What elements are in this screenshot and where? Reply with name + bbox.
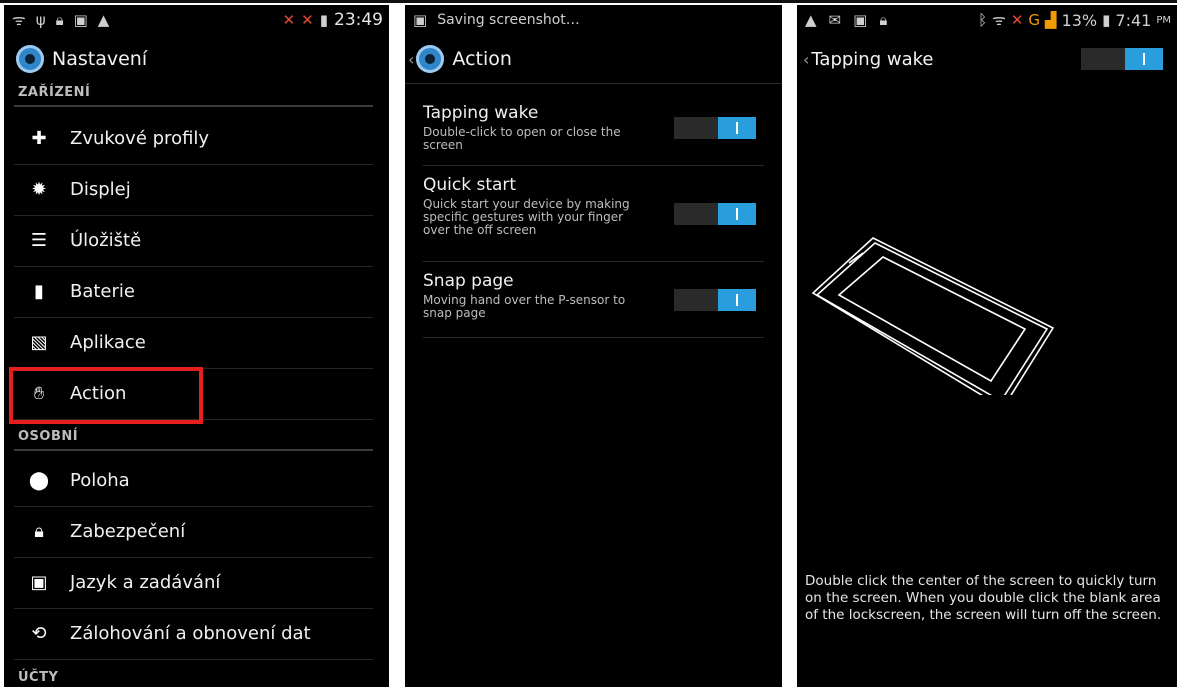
signal-icon: ✕ (282, 11, 296, 29)
setting-row-quick-start[interactable]: Quick start Quick start your device by m… (423, 175, 764, 262)
signal-icon: ✕ (301, 11, 314, 29)
divider (405, 83, 782, 84)
lock-icon: 🔒︎ (34, 521, 44, 542)
settings-item-backup[interactable]: ⟲ Zálohování a obnovení dat (14, 608, 373, 660)
tapping-wake-toggle[interactable] (674, 117, 756, 139)
warning-icon: ▲ (97, 11, 110, 29)
action-bar: ‹ Action (405, 35, 782, 83)
screenshot-icon: ▣ (413, 11, 428, 29)
snap-page-toggle[interactable] (674, 289, 756, 311)
quick-start-toggle[interactable] (674, 203, 756, 225)
row-description: Double-click to open or close the screen (423, 125, 621, 152)
screenshot-icon: ▣ (73, 11, 88, 29)
action-highlight-box (9, 367, 203, 424)
network-type: G (1028, 11, 1041, 29)
bluetooth-icon: ᛒ (978, 11, 988, 29)
toggle-on-indicator (718, 289, 756, 311)
phone-illustration (811, 237, 1055, 395)
warning-icon: ▲ (805, 11, 817, 29)
lock-icon: 🔒︎ (879, 11, 888, 29)
toggle-on-indicator (718, 117, 756, 139)
keyboard-icon: ▣ (30, 572, 48, 593)
display-icon: ✹ (31, 179, 47, 200)
battery-icon: ▮ (34, 281, 44, 302)
item-label: Zvukové profily (70, 128, 210, 149)
row-description: Quick start your device by making specif… (423, 197, 630, 237)
row-description: Moving hand over the P-sensor to snap pa… (423, 293, 626, 320)
page-title: Tapping wake (811, 48, 934, 70)
status-text: Saving screenshot… (437, 12, 580, 28)
item-label: Úložiště (70, 230, 142, 251)
wifi-icon: ᯤ (12, 11, 26, 29)
settings-item-display[interactable]: ✹ Displej (14, 164, 373, 216)
settings-item-apps[interactable]: ▧ Aplikace (14, 317, 373, 369)
item-label: Zálohování a obnovení dat (70, 623, 311, 644)
tapping-wake-screen: ▲ ✉ ▣ 🔒︎ ᛒ ᯤ ✕ G ▟ 13% ▮ 7:41 PM ‹ Tappi… (797, 5, 1177, 687)
item-label: Displej (70, 179, 131, 200)
battery-percent: 13% (1061, 10, 1098, 30)
item-label: Baterie (70, 281, 135, 302)
page-title: Action (452, 48, 512, 70)
setting-row-snap-page[interactable]: Snap page Moving hand over the P-sensor … (423, 271, 764, 338)
row-title: Quick start (423, 175, 517, 195)
tapping-wake-description: Double click the center of the screen to… (805, 573, 1162, 623)
toggle-on-indicator (1125, 48, 1163, 70)
setting-row-tapping-wake[interactable]: Tapping wake Double-click to open or clo… (423, 103, 764, 166)
section-divider (14, 449, 373, 451)
back-caret-icon[interactable]: ‹ (408, 50, 414, 69)
settings-screen: ᯤ ψ 🔒︎ ▣ ▲ ✕ ✕ ▮ 23:49 Nastavení ZAŘÍZEN… (4, 5, 389, 687)
sound-profile-icon: ✚ (31, 128, 47, 149)
signal-icon: ✕ (1010, 11, 1024, 29)
section-personal: OSOBNÍ (18, 429, 79, 444)
action-bar: Nastavení (4, 35, 389, 83)
row-title: Snap page (423, 271, 514, 291)
tapping-wake-toggle[interactable] (1081, 48, 1163, 70)
backup-icon: ⟲ (31, 623, 47, 644)
item-label: Poloha (70, 470, 130, 491)
settings-gear-icon[interactable] (16, 45, 44, 73)
settings-item-sound-profiles[interactable]: ✚ Zvukové profily (14, 113, 373, 165)
status-time: 7:41 (1115, 10, 1152, 30)
location-pin-icon: ⬤ (28, 470, 50, 491)
message-icon: ✉ (828, 11, 842, 29)
settings-item-language[interactable]: ▣ Jazyk a zadávání (14, 557, 373, 609)
item-label: Aplikace (70, 332, 146, 353)
wifi-icon: ᯤ (992, 11, 1006, 29)
status-bar: ᯤ ψ 🔒︎ ▣ ▲ ✕ ✕ ▮ 23:49 (4, 5, 389, 35)
lock-icon: 🔒︎ (55, 11, 64, 29)
item-label: Jazyk a zadávání (70, 572, 221, 593)
section-device: ZAŘÍZENÍ (18, 85, 91, 100)
settings-gear-icon[interactable] (416, 45, 445, 73)
status-bar: ▣ Saving screenshot… (405, 5, 782, 35)
status-time: 23:49 (334, 10, 383, 30)
settings-item-location[interactable]: ⬤ Poloha (14, 455, 373, 507)
usb-icon: ψ (35, 11, 46, 29)
toggle-on-indicator (718, 203, 756, 225)
apps-icon: ▧ (30, 332, 48, 353)
top-border (0, 0, 1177, 3)
section-accounts: ÚČTY (18, 670, 59, 685)
back-caret-icon[interactable]: ‹ (803, 50, 809, 69)
storage-icon: ☰ (30, 230, 48, 251)
settings-item-security[interactable]: 🔒︎ Zabezpečení (14, 506, 373, 558)
action-bar: ‹ Tapping wake (797, 35, 1177, 83)
action-screen: ▣ Saving screenshot… ‹ Action Tapping wa… (405, 5, 782, 687)
section-divider (14, 105, 373, 107)
signal-strength-icon: ▟ (1045, 11, 1057, 29)
battery-icon: ▮ (319, 11, 328, 29)
item-label: Zabezpečení (70, 521, 186, 542)
settings-item-battery[interactable]: ▮ Baterie (14, 266, 373, 318)
status-ampm: PM (1156, 14, 1171, 26)
battery-icon: ▮ (1102, 11, 1111, 29)
settings-item-storage[interactable]: ☰ Úložiště (14, 215, 373, 267)
page-title: Nastavení (52, 48, 148, 70)
screenshot-icon: ▣ (853, 11, 868, 29)
status-bar: ▲ ✉ ▣ 🔒︎ ᛒ ᯤ ✕ G ▟ 13% ▮ 7:41 PM (797, 5, 1177, 35)
